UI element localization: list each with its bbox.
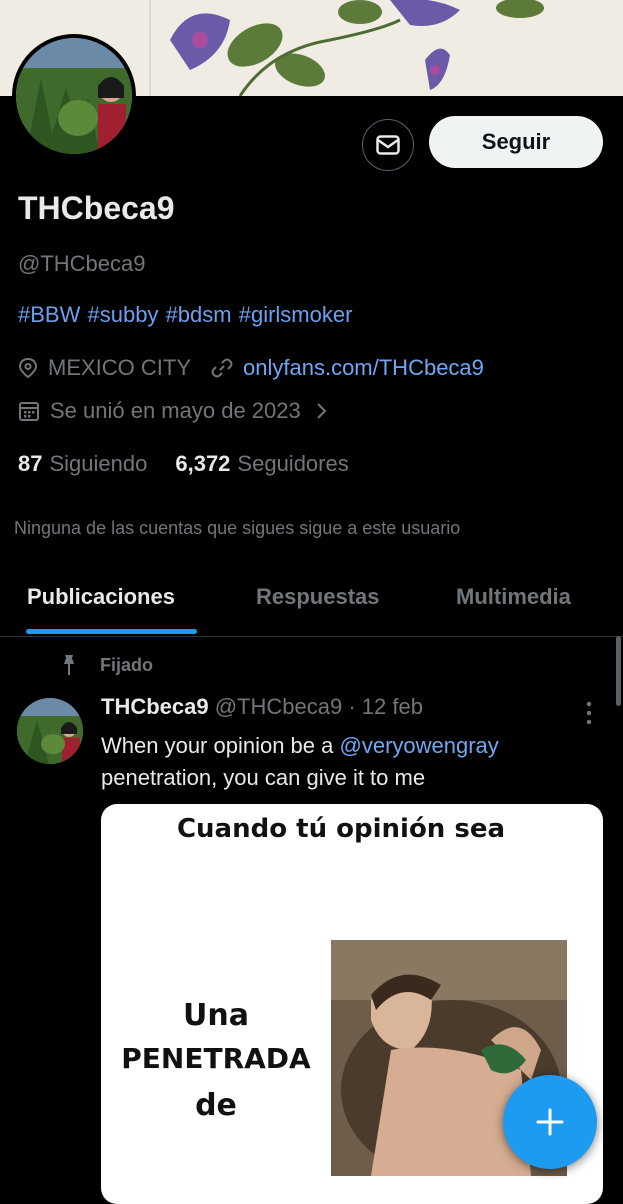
pinned-label: Fijado	[100, 654, 153, 675]
tab-respuestas[interactable]: Respuestas	[256, 584, 380, 610]
mail-icon	[376, 135, 400, 155]
profile-website-link[interactable]: onlyfans.com/THCbeca9	[243, 355, 484, 381]
hashtag-link[interactable]: #subby	[87, 302, 158, 327]
chevron-right-icon	[317, 403, 327, 419]
profile-location: MEXICO CITY	[48, 355, 192, 380]
post-header: THCbeca9 @THCbeca9 · 12 feb	[101, 694, 423, 720]
calendar-icon	[19, 402, 39, 421]
meme-text-line: PENETRADA	[121, 1042, 311, 1075]
follow-button[interactable]: Seguir	[429, 116, 603, 168]
following-label: Siguiendo	[49, 451, 148, 476]
post-date[interactable]: · 12 feb	[348, 694, 423, 719]
tab-multimedia[interactable]: Multimedia	[456, 584, 571, 610]
hashtag-link[interactable]: #BBW	[18, 302, 80, 327]
pin-icon	[64, 655, 74, 675]
mention-link[interactable]: @veryowengray	[340, 733, 499, 758]
no-mutual-followers-text: Ninguna de las cuentas que sigues sigue …	[14, 518, 461, 538]
profile-avatar[interactable]	[12, 34, 136, 158]
profile-name: THCbeca9	[18, 190, 175, 226]
message-button[interactable]	[362, 119, 414, 171]
scrollbar[interactable]	[616, 636, 621, 706]
profile-meta-joined-row[interactable]: Se unió en mayo de 2023	[18, 398, 339, 424]
post-author-name[interactable]: THCbeca9	[101, 694, 209, 719]
plus-icon	[536, 1108, 564, 1136]
avatar-photo	[16, 38, 132, 154]
map-pin-icon	[18, 357, 38, 379]
link-icon	[211, 358, 233, 378]
compose-post-button[interactable]	[503, 1075, 597, 1169]
post-author-handle[interactable]: @THCbeca9	[215, 694, 343, 719]
post-text-part: When your opinion be a	[101, 733, 340, 758]
more-options-icon[interactable]	[582, 700, 596, 726]
followers-stat[interactable]: 6,372 Seguidores	[175, 451, 348, 477]
post-text-part: penetration, you can give it to me	[101, 765, 426, 790]
profile-joined-date: Se unió en mayo de 2023	[50, 398, 301, 423]
following-stat[interactable]: 87 Siguiendo	[18, 451, 147, 477]
profile-stats: 87 Siguiendo 6,372 Seguidores	[18, 451, 377, 477]
active-tab-indicator	[26, 629, 197, 634]
post-author-avatar[interactable]	[17, 698, 83, 764]
hashtag-link[interactable]: #bdsm	[166, 302, 232, 327]
profile-tabs: Publicaciones Respuestas Multimedia	[0, 570, 623, 637]
meme-text-line: Una	[183, 998, 249, 1033]
tab-publicaciones[interactable]: Publicaciones	[27, 584, 175, 610]
profile-meta-location-row: MEXICO CITY onlyfans.com/THCbeca9	[18, 355, 484, 381]
pinned-indicator: Fijado	[60, 654, 153, 676]
profile-bio: #BBW #subby #bdsm #girlsmoker	[18, 302, 352, 328]
avatar-photo	[17, 698, 83, 764]
followers-label: Seguidores	[237, 451, 349, 476]
hashtag-link[interactable]: #girlsmoker	[239, 302, 353, 327]
post-text: When your opinion be a @veryowengray pene…	[101, 730, 601, 794]
following-count: 87	[18, 451, 43, 476]
profile-handle: @THCbeca9	[18, 251, 146, 276]
meme-text-line: de	[195, 1088, 237, 1123]
followers-count: 6,372	[175, 451, 231, 476]
meme-top-text: Cuando tú opinión sea	[176, 814, 506, 844]
